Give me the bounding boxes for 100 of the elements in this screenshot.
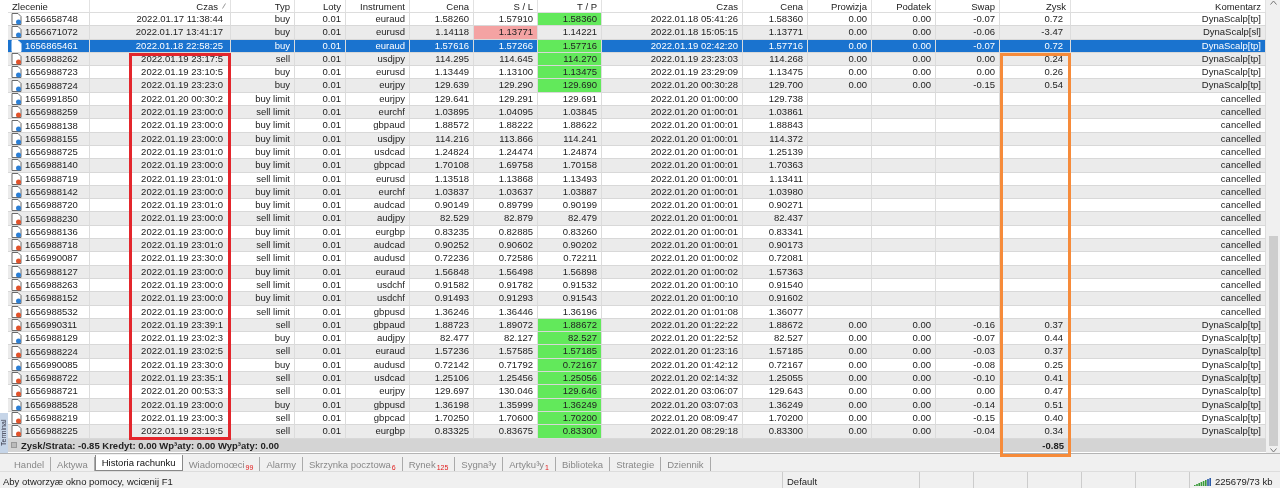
table-cell: 2022.01.20 01:00:01 — [602, 119, 743, 133]
table-cell: 2022.01.20 01:00:01 — [602, 172, 743, 186]
table-cell — [936, 292, 1000, 306]
table-cell — [936, 119, 1000, 133]
table-cell: 1656988720 — [25, 199, 78, 212]
table-cell — [936, 252, 1000, 266]
column-header[interactable]: Loty — [323, 0, 341, 12]
table-cell: 2022.01.19 23:01:0 — [90, 172, 231, 186]
table-row[interactable]: 1656988259 2022.01.19 23:00:0 sell limit 0.01 eurchf 1.03895 1.04095 1.03845 2022.01.20 01:00:01 1.03861 cancelled — [8, 106, 1266, 120]
table-cell: sell — [231, 385, 295, 399]
table-cell — [936, 172, 1000, 186]
table-cell: 82.529 — [410, 212, 474, 226]
table-cell: 2022.01.20 00:30:28 — [602, 79, 743, 93]
table-cell — [808, 292, 872, 306]
table-cell: 2022.01.20 03:07:03 — [602, 398, 743, 412]
table-cell: 1.69758 — [474, 159, 538, 173]
scroll-down-icon[interactable] — [1269, 448, 1277, 453]
table-cell: 0.00 — [872, 398, 936, 412]
table-row[interactable]: 1656988724 2022.01.19 23:23:0 buy 0.01 eurjpy 129.639 129.290 129.690 2022.01.20 00:30:28 129.700 0.00 0.00 -0.15 0.54 DynaScalp[tp] — [8, 79, 1266, 93]
table-cell: cancelled — [1071, 132, 1266, 146]
table-row[interactable]: 1656988718 2022.01.19 23:01:0 sell limit 0.01 audcad 0.90252 0.90602 0.90202 2022.01.20 01:00:01 0.90173 cancelled — [8, 239, 1266, 253]
column-header[interactable]: Swap — [971, 0, 995, 12]
table-row[interactable]: 1656671072 2022.01.17 13:41:17 buy 0.01 eurusd 1.14118 1.13771 1.14221 2022.01.18 15:05:15 1.13771 0.00 0.00 -0.06 -3.47 DynaScalp[sl] — [8, 26, 1266, 40]
document-icon — [11, 372, 22, 385]
table-cell: DynaScalp[tp] — [1071, 345, 1266, 359]
table-cell: 1656988719 — [25, 172, 78, 185]
column-header[interactable]: Typ — [274, 0, 290, 12]
table-cell: 2022.01.17 13:41:17 — [90, 26, 231, 40]
column-header[interactable]: T / P — [577, 0, 597, 12]
column-header[interactable]: Cena — [446, 0, 469, 12]
document-icon — [11, 225, 22, 238]
column-header[interactable]: Czas — [196, 0, 218, 12]
document-icon — [11, 53, 22, 66]
column-header[interactable]: Zysk — [1045, 0, 1066, 12]
table-cell: -0.03 — [936, 345, 1000, 359]
table-row[interactable]: 1656988722 2022.01.19 23:35:1 sell 0.01 usdcad 1.25106 1.25456 1.25056 2022.01.20 02:14:32 1.25055 0.00 0.00 -0.10 0.41 DynaScalp[tp] — [8, 372, 1266, 386]
document-icon — [11, 318, 22, 331]
table-cell — [872, 265, 936, 279]
scroll-up-icon[interactable] — [1269, 0, 1277, 5]
table-cell: 0.91293 — [474, 292, 538, 306]
table-row[interactable]: 1656988140 2022.01.19 23:00:0 buy limit 0.01 gbpcad 1.70108 1.69758 1.70158 2022.01.20 01:00:01 1.70363 cancelled — [8, 159, 1266, 173]
table-cell: 0.72211 — [538, 252, 602, 266]
table-row[interactable]: 1656988230 2022.01.19 23:00:0 sell limit 0.01 audjpy 82.529 82.879 82.479 2022.01.20 01:00:01 82.437 cancelled — [8, 212, 1266, 226]
table-cell: cancelled — [1071, 172, 1266, 186]
column-header[interactable]: Cena — [780, 0, 803, 12]
table-cell: eurjpy — [346, 79, 410, 93]
scroll-thumb[interactable] — [1268, 236, 1278, 446]
table-cell: 1.13411 — [743, 172, 808, 186]
column-header[interactable]: Instrument — [360, 0, 405, 12]
table-cell — [808, 119, 872, 133]
table-cell: 1.88572 — [410, 119, 474, 133]
table-cell: buy limit — [231, 119, 295, 133]
table-cell: 2022.01.19 23:00:0 — [90, 265, 231, 279]
column-header[interactable]: Podatek — [896, 0, 931, 12]
table-cell: cancelled — [1071, 212, 1266, 226]
document-icon — [11, 345, 22, 358]
table-cell: gbpaud — [346, 119, 410, 133]
table-cell: DynaScalp[sl] — [1071, 26, 1266, 40]
table-cell: DynaScalp[tp] — [1071, 425, 1266, 439]
table-cell: 0.00 — [808, 26, 872, 40]
table-cell: 0.01 — [295, 385, 346, 399]
table-row[interactable]: 1656988225 2022.01.19 23:19:5 sell 0.01 eurgbp 0.83325 0.83675 0.83300 2022.01.20 08:29:18 0.83300 0.00 0.00 -0.04 0.34 DynaScalp[tp] — [8, 425, 1266, 439]
column-header[interactable]: Zlecenie — [12, 0, 48, 12]
column-header[interactable]: Komentarz — [1215, 0, 1261, 12]
scrollbar[interactable] — [1266, 0, 1280, 453]
table-cell: 2022.01.19 23:02:5 — [90, 345, 231, 359]
table-cell: 2022.01.19 23:23:0 — [90, 79, 231, 93]
table-cell: 0.00 — [872, 79, 936, 93]
table-row[interactable]: 1656988224 2022.01.19 23:02:5 sell 0.01 euraud 1.57236 1.57585 1.57185 2022.01.20 01:23:16 1.57185 0.00 0.00 -0.03 0.37 DynaScalp[tp] — [8, 345, 1266, 359]
table-cell — [808, 132, 872, 146]
table-cell: 1656988136 — [25, 225, 78, 238]
table-cell: -0.04 — [936, 425, 1000, 439]
column-header[interactable]: Prowizja — [831, 0, 867, 12]
table-cell: eurusd — [346, 26, 410, 40]
table-cell: gbpusd — [346, 305, 410, 319]
table-cell: 1656988152 — [25, 292, 78, 305]
table-row[interactable]: 1656988152 2022.01.19 23:00:0 buy limit 0.01 usdchf 0.91493 0.91293 0.91543 2022.01.20 01:00:10 0.91602 cancelled — [8, 292, 1266, 306]
column-header[interactable]: S / L — [513, 0, 533, 12]
table-cell: 0.01 — [295, 212, 346, 226]
table-cell: 129.697 — [410, 385, 474, 399]
table-cell — [872, 172, 936, 186]
table-cell: 1.13518 — [410, 172, 474, 186]
table-cell: 0.00 — [808, 385, 872, 399]
table-cell — [808, 305, 872, 319]
table-cell: -0.14 — [936, 398, 1000, 412]
table-cell: 1656988140 — [25, 159, 78, 172]
table-cell: sell limit — [231, 305, 295, 319]
document-icon — [11, 159, 22, 172]
column-header[interactable]: Czas — [716, 0, 738, 12]
table-cell: buy — [231, 79, 295, 93]
table-cell: 2022.01.20 01:00:10 — [602, 292, 743, 306]
table-cell: 1.88843 — [743, 119, 808, 133]
table-cell: 1.88622 — [538, 119, 602, 133]
table-cell: 2022.01.20 01:00:01 — [602, 212, 743, 226]
tab[interactable]: Historia rachunku — [94, 455, 183, 471]
table-cell: 1656988725 — [25, 146, 78, 159]
table-cell: 1.13493 — [538, 172, 602, 186]
signal-bars-icon — [1194, 476, 1212, 486]
table-cell: 0.01 — [295, 292, 346, 306]
table-cell: 114.372 — [743, 132, 808, 146]
